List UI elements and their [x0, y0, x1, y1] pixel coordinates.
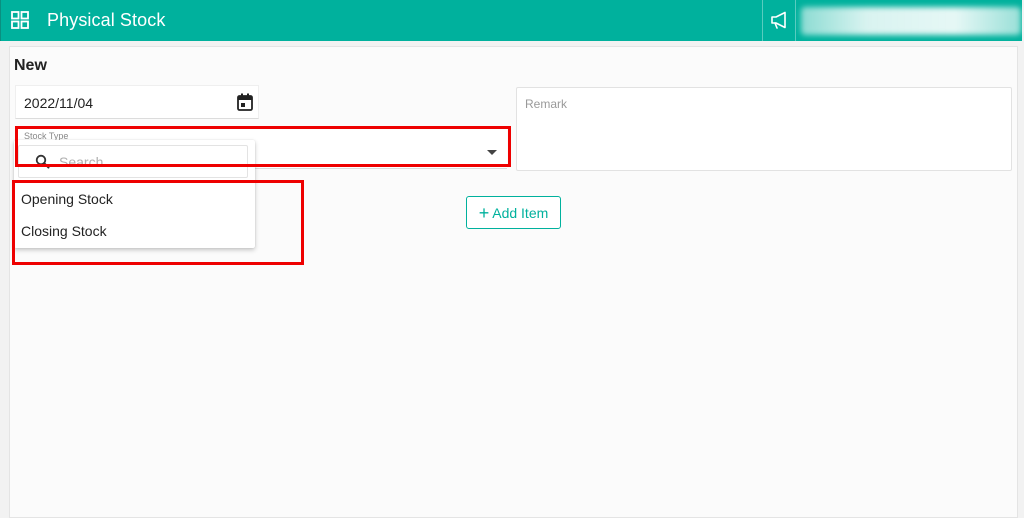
page-title: Physical Stock: [47, 10, 166, 30]
announcement-button[interactable]: [762, 0, 796, 41]
plus-icon: +: [478, 202, 490, 223]
user-menu-redacted[interactable]: [801, 7, 1021, 35]
megaphone-icon: [771, 11, 786, 29]
date-value: 2022/11/04: [24, 95, 94, 111]
grid-icon[interactable]: [11, 11, 29, 29]
app-frame: Physical Stock New 2022/11/04 Remark Sto…: [0, 0, 1024, 518]
add-item-label: Add Item: [492, 204, 549, 221]
annotation-highlight-options: [12, 180, 304, 265]
add-item-button[interactable]: + Add Item: [466, 196, 561, 229]
top-bar: Physical Stock: [0, 0, 1022, 41]
remark-field[interactable]: Remark: [516, 87, 1012, 171]
section-title: New: [14, 57, 47, 74]
date-field[interactable]: 2022/11/04: [15, 85, 259, 119]
calendar-icon[interactable]: [237, 93, 253, 111]
annotation-highlight-stock-type: [15, 126, 511, 167]
remark-label: Remark: [525, 97, 568, 111]
